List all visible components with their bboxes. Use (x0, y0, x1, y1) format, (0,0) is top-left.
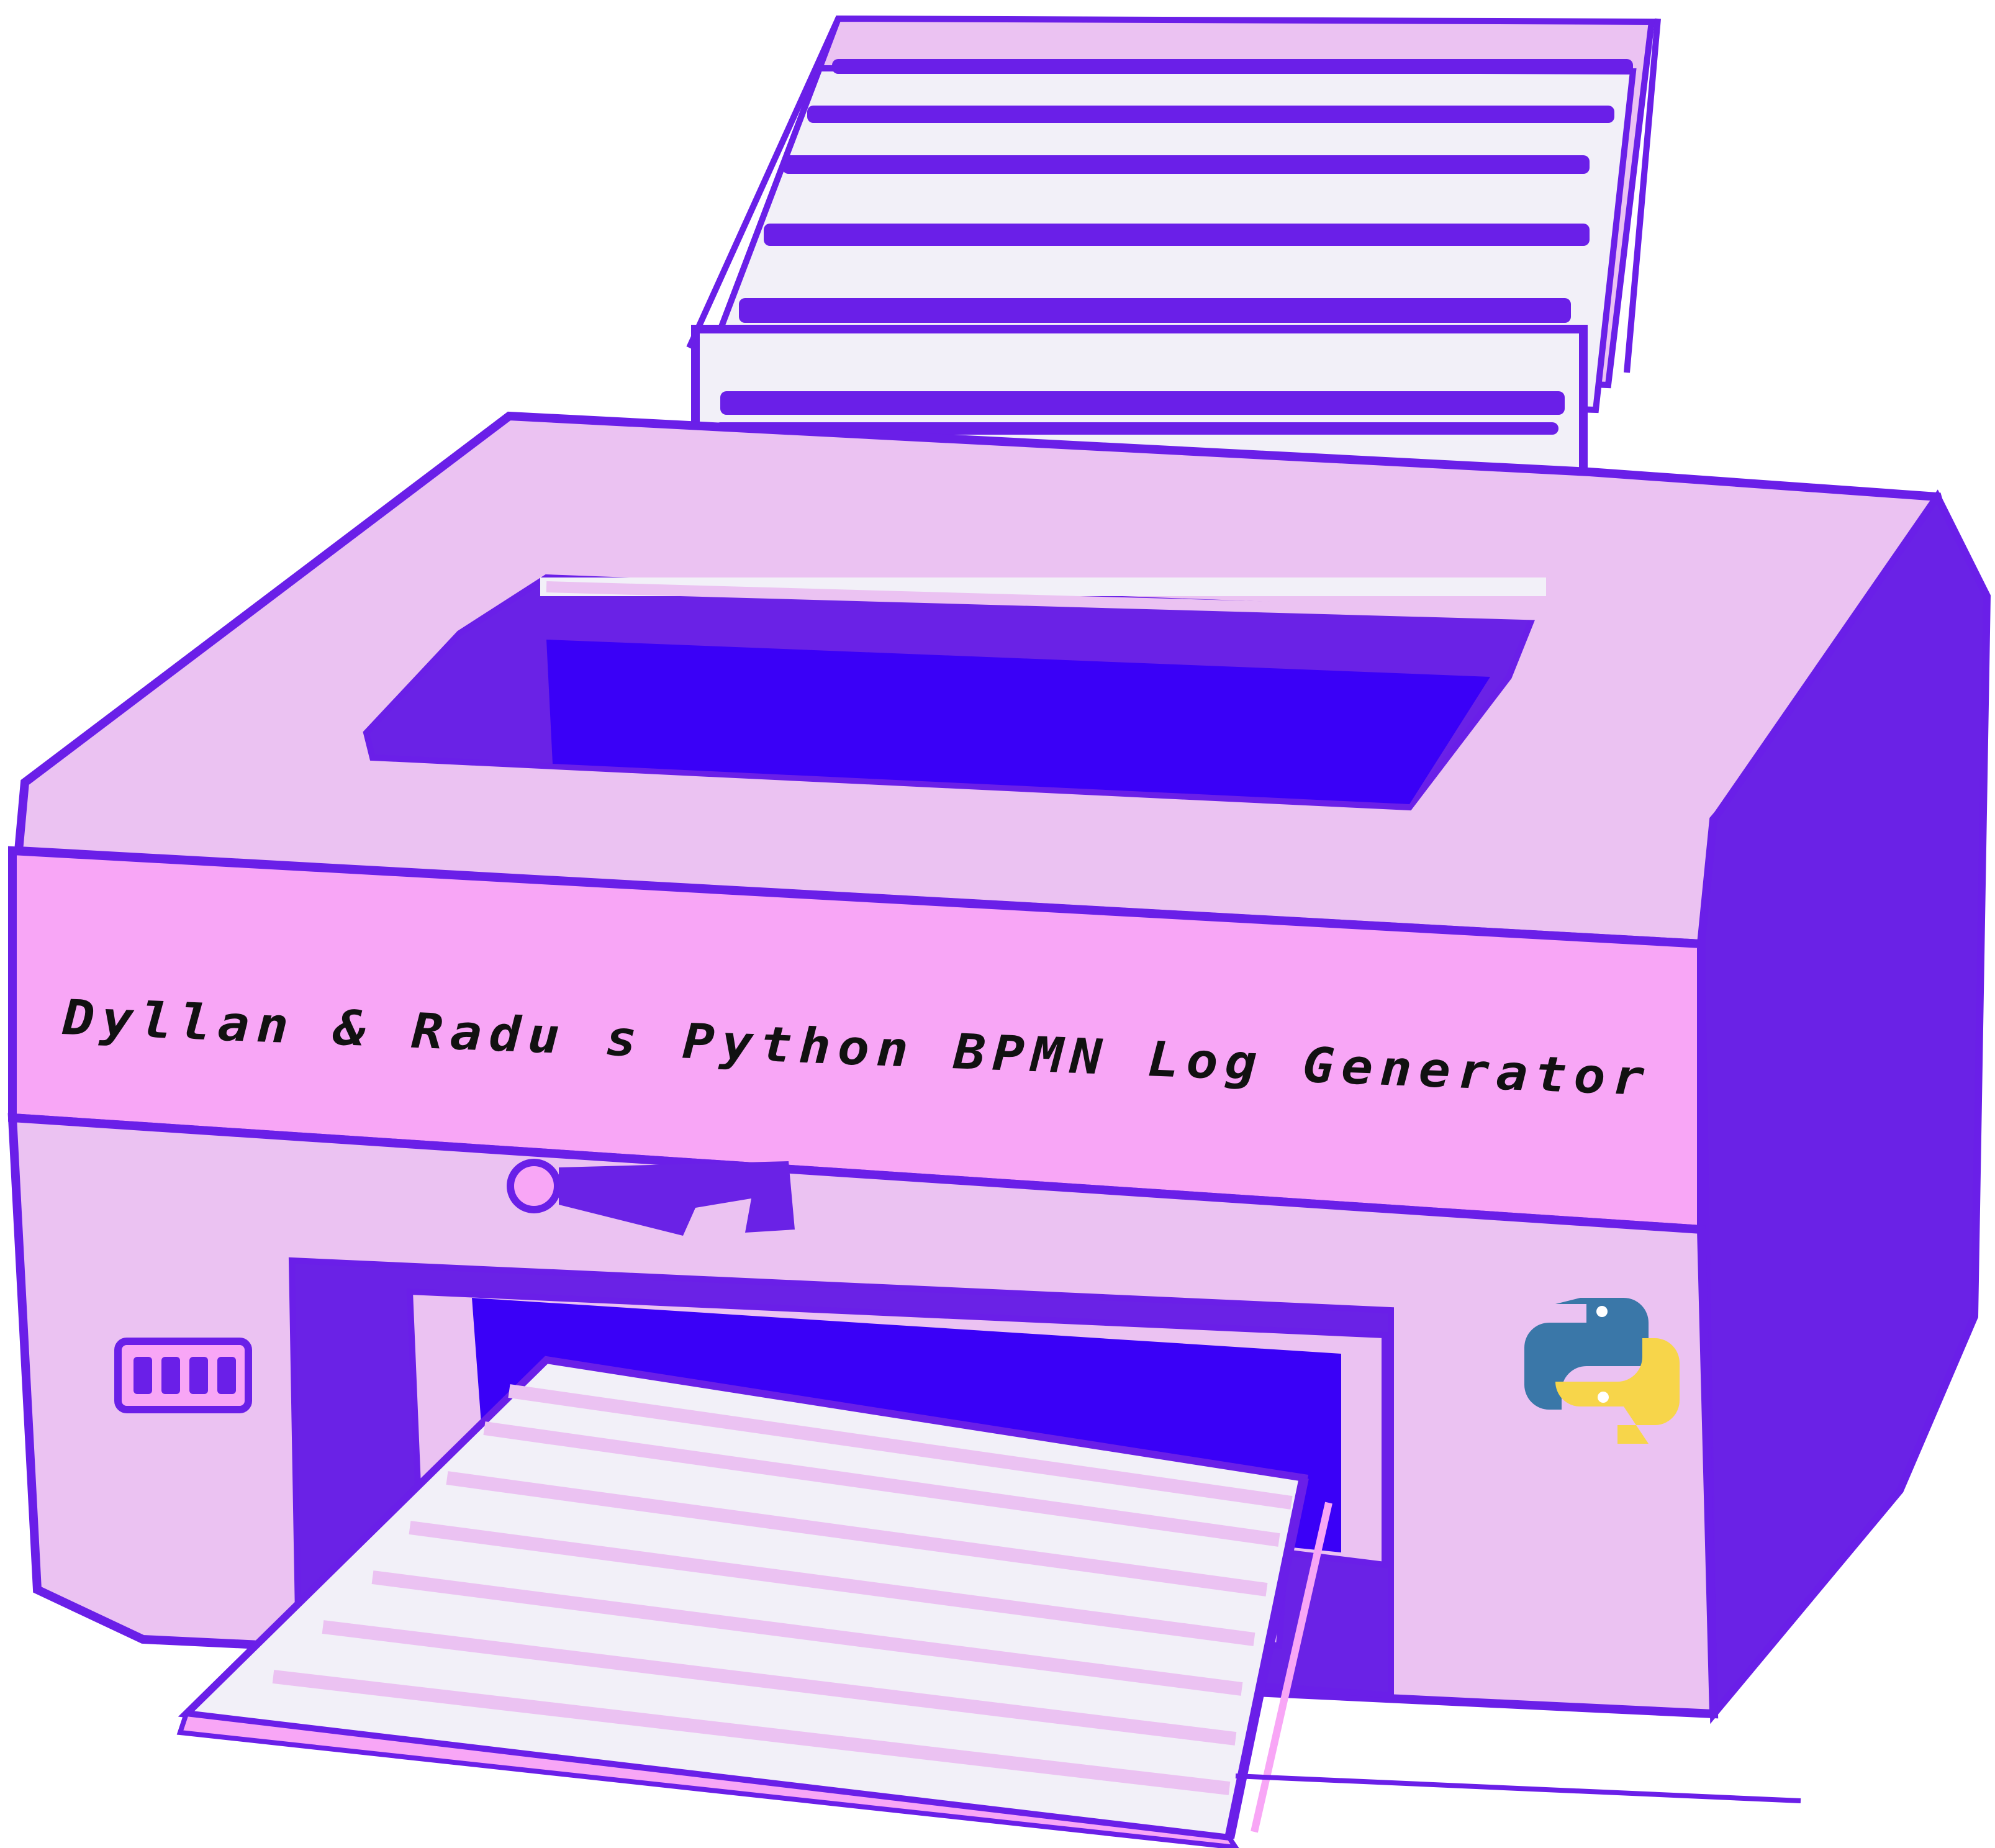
model-badge (114, 1338, 252, 1413)
printer-illustration: Dyllan & Radu s Python BPMN Log Generato… (0, 0, 1995, 1848)
power-knob (507, 1159, 561, 1213)
floor-shadow (1235, 1773, 1801, 1803)
